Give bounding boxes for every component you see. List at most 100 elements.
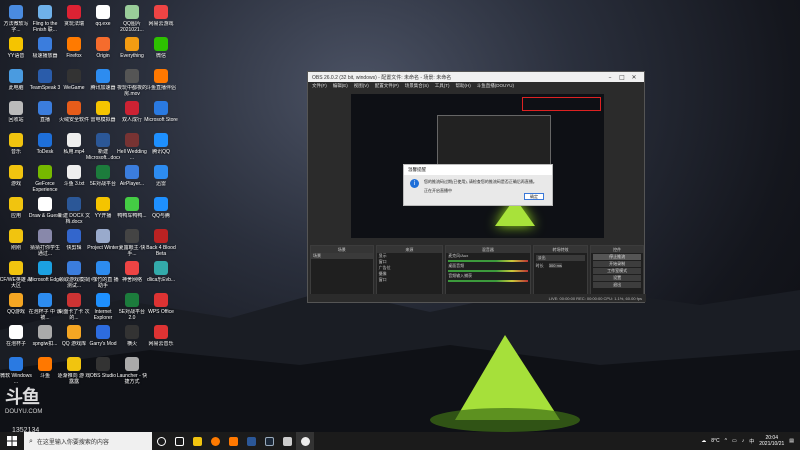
menu-scene-collection[interactable]: 场景集合(S)	[405, 83, 429, 90]
file-explorer-icon[interactable]	[188, 432, 206, 450]
douyu-taskbar-icon[interactable]	[224, 432, 242, 450]
maximize-icon[interactable]: □	[616, 74, 628, 81]
wechat-icon	[154, 37, 168, 51]
scenes-dock: 场景 场景	[310, 245, 374, 295]
volume-icon[interactable]: ♪	[742, 438, 745, 444]
scenes-header: 场景	[311, 246, 373, 253]
game-icon	[96, 325, 110, 339]
scene-item[interactable]: 场景	[311, 253, 373, 259]
start-button[interactable]	[0, 432, 24, 450]
douyu-watermark: 斗鱼 DOUYU.COM	[5, 383, 57, 419]
clock[interactable]: 20:04 2021/10/21	[759, 435, 784, 447]
obs-statusbar: LIVE: 00:00:00 REC: 00:00:00 CPU: 1.1%, …	[308, 294, 646, 302]
volume-meter	[448, 280, 528, 282]
obs-preview[interactable]: 温馨提醒 i 您的推流码过期(已使用), 请检查您的推流码是否正确后再直播。 正…	[351, 94, 604, 238]
exit-button[interactable]: 退出	[593, 282, 641, 288]
desktop-icon[interactable]: 网易云音乐	[145, 323, 177, 363]
text-file-icon	[67, 165, 81, 179]
taskbar: ⌕ 在这里输入你要搜索的内容 ☁ 8°C ^ ▭ ♪ 中 20:04 2021/…	[0, 432, 800, 450]
steam-icon[interactable]	[260, 432, 278, 450]
cortana-icon[interactable]	[152, 432, 170, 450]
weather-icon[interactable]: ☁	[701, 438, 706, 444]
desktop-icon-label: WPS Office	[148, 309, 174, 315]
source-item[interactable]: 窗口	[377, 277, 443, 283]
obs-taskbar-icon[interactable]	[296, 432, 314, 450]
game-icon	[67, 5, 81, 19]
teamspeak-icon	[38, 69, 52, 83]
image-icon	[125, 5, 139, 19]
emulator-icon	[96, 101, 110, 115]
volume-meter	[448, 270, 528, 272]
live-icon	[38, 101, 52, 115]
settings-button[interactable]: 设置	[593, 275, 641, 281]
source-selection-box[interactable]	[522, 97, 601, 111]
video-file-icon	[125, 69, 139, 83]
weather-temp[interactable]: 8°C	[711, 438, 719, 444]
word-taskbar-icon[interactable]	[242, 432, 260, 450]
menu-help[interactable]: 帮助(H)	[456, 83, 471, 90]
controls-header: 控件	[591, 246, 643, 253]
douyu-domain: DOUYU.COM	[5, 409, 43, 415]
desktop-icon-label: Launcher - 快捷方式	[116, 373, 148, 385]
search-icon: ⌕	[29, 436, 33, 445]
nested-window-capture	[437, 115, 551, 171]
sources-header: 来源	[376, 246, 443, 253]
obs-titlebar[interactable]: OBS 26.0.2 (32 bit, windows) - 配置文件: 未命名…	[308, 72, 644, 82]
menu-douyu[interactable]: 斗鱼直播(DOUYU)	[477, 83, 514, 90]
origin-icon	[96, 37, 110, 51]
stop-streaming-button[interactable]: 停止推流	[593, 254, 641, 260]
app-icon	[67, 293, 81, 307]
obs-window-title: OBS 26.0.2 (32 bit, windows) - 配置文件: 未命名…	[312, 74, 452, 81]
game-platform-icon	[125, 293, 139, 307]
alert-dialog: 温馨提醒 i 您的推流码过期(已使用), 请检查您的推流码是否正确后再直播。 正…	[403, 164, 553, 206]
sources-dock: 来源 显示 窗口 广告位 摄像 窗口	[375, 245, 444, 295]
qq-icon	[154, 133, 168, 147]
game-icon	[125, 325, 139, 339]
menu-view[interactable]: 视图(V)	[354, 83, 369, 90]
store-icon	[154, 101, 168, 115]
taskbar-search-box[interactable]: ⌕ 在这里输入你要搜索的内容	[24, 432, 152, 450]
menu-edit[interactable]: 编辑(E)	[333, 83, 348, 90]
game-icon	[125, 133, 139, 147]
dialog-ok-button[interactable]: 确定	[524, 193, 544, 200]
close-icon[interactable]: ✕	[628, 74, 640, 81]
game-platform-icon	[96, 165, 110, 179]
game-icon	[125, 101, 139, 115]
qq-icon	[154, 197, 168, 211]
wps-icon	[154, 293, 168, 307]
douyu-icon	[154, 69, 168, 83]
studio-mode-button[interactable]: 工作室模式	[593, 268, 641, 274]
duration-input[interactable]: 300 ms	[548, 263, 562, 268]
video-file-icon	[67, 133, 81, 147]
firefox-icon	[67, 37, 81, 51]
desktop-icon-label: Microsoft Store	[144, 117, 178, 123]
firefox-icon[interactable]	[206, 432, 224, 450]
game-icon	[9, 261, 23, 275]
qq-game-icon	[9, 293, 23, 307]
obs-menubar: 文件(F) 编辑(E) 视图(V) 配置文件(P) 场景集合(S) 工具(T) …	[308, 82, 644, 91]
game-icon	[38, 197, 52, 211]
tray-overflow-icon[interactable]: ^	[725, 438, 727, 444]
desktop-icon[interactable]: Launcher - 快捷方式	[116, 355, 148, 395]
system-tray: ☁ 8°C ^ ▭ ♪ 中 20:04 2021/10/21 ▤	[701, 432, 800, 450]
menu-tools[interactable]: 工具(T)	[435, 83, 450, 90]
desktop-icon-label: 斗鱼直播伴侣	[145, 85, 176, 91]
menu-file[interactable]: 文件(F)	[312, 83, 327, 90]
mixer-channel-label: 音频输入捕获	[448, 273, 473, 278]
network-icon[interactable]: ▭	[732, 438, 737, 444]
start-recording-button[interactable]: 开始录制	[593, 261, 641, 267]
folder-icon	[67, 357, 81, 371]
douyu-logo: 斗鱼	[5, 387, 40, 407]
game-icon	[96, 229, 110, 243]
volume-meter	[448, 260, 528, 262]
controls-dock: 控件 停止推流 开始录制 工作室模式 设置 退出	[590, 245, 644, 295]
input-method-indicator[interactable]: 中	[749, 438, 754, 445]
plane-icon[interactable]	[278, 432, 296, 450]
transition-select[interactable]: 淡出	[535, 255, 586, 261]
menu-profile[interactable]: 配置文件(P)	[375, 83, 399, 90]
obs-window[interactable]: OBS 26.0.2 (32 bit, windows) - 配置文件: 未命名…	[307, 71, 646, 303]
minimize-icon[interactable]: –	[604, 74, 616, 81]
recycle-bin-icon	[9, 101, 23, 115]
notification-icon[interactable]: ▤	[789, 438, 794, 444]
task-view-icon[interactable]	[170, 432, 188, 450]
